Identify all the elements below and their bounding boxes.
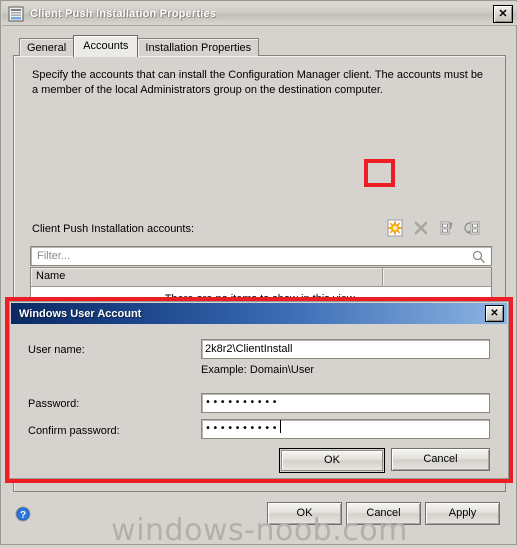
delete-icon	[414, 221, 428, 235]
move-up-icon	[440, 221, 453, 235]
inner-dialog-titlebar: Windows User Account ✕	[11, 303, 507, 324]
inner-dialog-close-button[interactable]: ✕	[485, 305, 504, 322]
help-circle-icon[interactable]: ?	[15, 506, 31, 522]
tab-strip: General Accounts Installation Properties	[19, 35, 260, 57]
password-input[interactable]: ••••••••••	[201, 393, 490, 413]
delete-account-button[interactable]	[408, 216, 434, 240]
confirm-password-input[interactable]: ••••••••••	[201, 419, 490, 439]
confirm-password-label: Confirm password:	[28, 425, 120, 437]
filter-placeholder: Filter...	[37, 250, 71, 262]
inner-ok-button[interactable]: OK	[279, 448, 385, 473]
properties-window-icon	[8, 6, 24, 22]
window-footer: ? OK Cancel Apply	[1, 496, 517, 546]
accounts-toolbar	[382, 216, 486, 240]
inner-dialog-title: Windows User Account	[19, 307, 142, 320]
move-down-icon	[464, 221, 480, 235]
username-label-text: User name:	[28, 344, 85, 356]
username-input[interactable]: 2k8r2\ClientInstall	[201, 339, 490, 359]
cancel-button[interactable]: Cancel	[346, 502, 421, 525]
accounts-list-label: Client Push Installation accounts:	[32, 223, 195, 235]
grid-column-blank[interactable]	[383, 268, 491, 286]
ok-button[interactable]: OK	[267, 502, 342, 525]
move-down-button[interactable]	[460, 216, 486, 240]
window-close-button[interactable]: ✕	[493, 5, 513, 23]
text-caret	[279, 420, 281, 433]
grid-column-name[interactable]: Name	[31, 268, 383, 286]
password-label: Password:	[28, 398, 80, 410]
magnifier-icon[interactable]	[472, 250, 486, 264]
username-label: User name:	[28, 344, 85, 356]
accounts-description: Specify the accounts that can install th…	[32, 69, 484, 96]
apply-button[interactable]: Apply	[425, 502, 500, 525]
window-title: Client Push Installation Properties	[30, 7, 217, 20]
svg-text:?: ?	[20, 510, 26, 521]
window-titlebar: Client Push Installation Properties ✕	[2, 2, 517, 26]
tab-installation-properties[interactable]: Installation Properties	[137, 38, 260, 56]
new-account-button[interactable]	[382, 216, 408, 240]
username-example-hint: Example: Domain\User	[201, 364, 315, 376]
tab-general[interactable]: General	[19, 38, 75, 56]
grid-header-row: Name	[31, 268, 491, 287]
move-up-button[interactable]	[434, 216, 460, 240]
inner-cancel-button[interactable]: Cancel	[391, 448, 490, 471]
confirm-password-value: ••••••••••	[205, 423, 279, 434]
filter-input[interactable]: Filter...	[30, 246, 492, 266]
new-account-icon	[387, 219, 403, 237]
inner-ok-button-label: OK	[281, 450, 383, 471]
tab-accounts[interactable]: Accounts	[73, 35, 139, 57]
